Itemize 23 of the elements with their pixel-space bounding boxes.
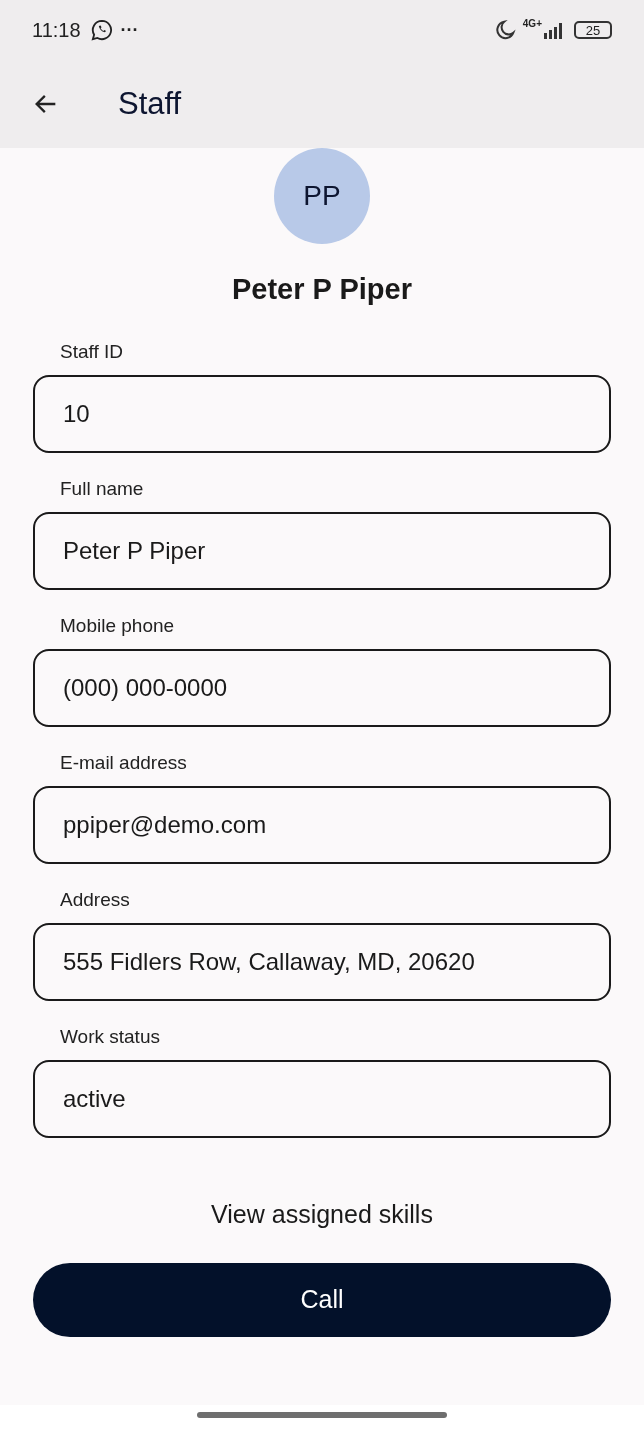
input-field[interactable]: Peter P Piper	[33, 511, 611, 590]
battery-indicator: 25	[574, 21, 612, 39]
network-type: 4G+	[522, 19, 542, 29]
chat-icon	[90, 19, 113, 41]
status-time: 11:18	[32, 18, 81, 43]
avatar: PP	[274, 148, 370, 244]
input-field[interactable]: (000) 000-0000	[33, 648, 611, 727]
field-label: Full name	[60, 476, 145, 501]
input-field[interactable]: 555 Fidlers Row, Callaway, MD, 20620	[33, 922, 611, 1001]
more-indicator: ···	[120, 18, 139, 42]
field-label: Address	[60, 887, 131, 912]
input-field[interactable]: active	[33, 1059, 611, 1138]
field-label: E-mail address	[60, 750, 188, 775]
staff-name: Peter P Piper	[232, 272, 412, 307]
call-button[interactable]: Call	[33, 1263, 611, 1337]
view-skills-link[interactable]: View assigned skills	[211, 1195, 433, 1233]
input-field[interactable]: ppiper@demo.com	[33, 785, 611, 864]
field-label: Mobile phone	[60, 613, 176, 638]
field-label: Staff ID	[60, 339, 124, 364]
input-field[interactable]: 10	[33, 374, 611, 453]
moon-icon	[494, 19, 517, 41]
field-label: Work status	[60, 1024, 161, 1049]
page-title: Staff	[118, 84, 182, 123]
